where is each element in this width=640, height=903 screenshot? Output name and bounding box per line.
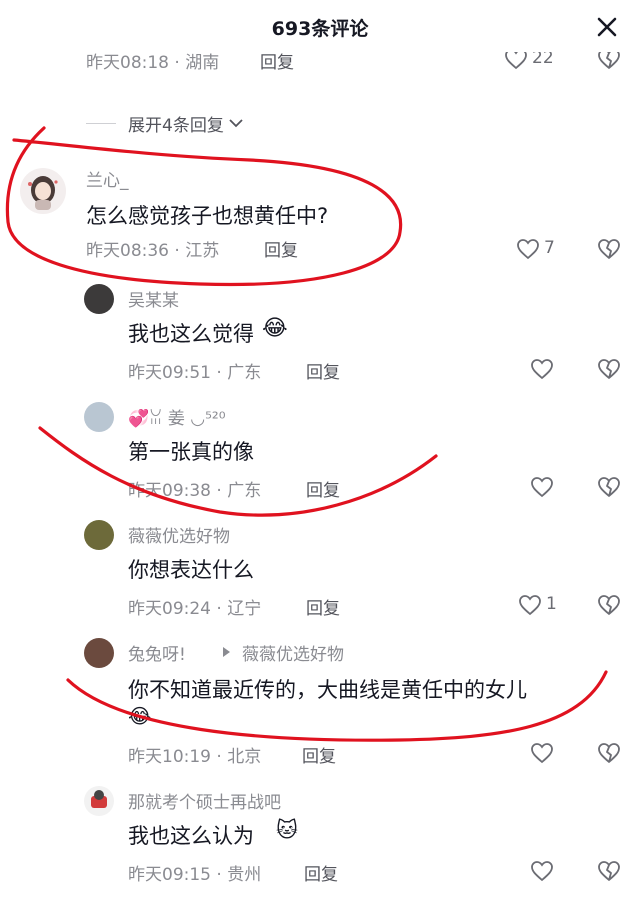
laughing-emoji-icon: 😂 bbox=[128, 704, 152, 728]
comment-meta: 昨天09:51 · 广东 bbox=[128, 363, 262, 383]
previous-comment-footer: 昨天08:18 · 湖南 回复 22 bbox=[0, 52, 640, 78]
dislike-icon[interactable] bbox=[597, 594, 621, 616]
like-count: 22 bbox=[532, 52, 554, 68]
avatar[interactable] bbox=[84, 520, 114, 550]
heart-icon[interactable] bbox=[518, 594, 542, 616]
username[interactable]: 薇薇优选好物 bbox=[128, 522, 230, 547]
avatar[interactable] bbox=[20, 168, 66, 214]
comment-text: 怎么感觉孩子也想黄任中? bbox=[86, 204, 329, 228]
avatar[interactable] bbox=[84, 402, 114, 432]
heart-icon[interactable] bbox=[516, 238, 540, 260]
reply-button[interactable]: 回复 bbox=[306, 358, 340, 383]
username[interactable]: 吴某某 bbox=[128, 286, 179, 311]
chevron-down-icon bbox=[229, 119, 243, 128]
username[interactable]: 那就考个硕士再战吧 bbox=[128, 788, 281, 813]
dislike-icon[interactable] bbox=[597, 476, 621, 498]
comment-text: 我也这么认为 bbox=[128, 824, 254, 848]
comment-text: 第一张真的像 bbox=[128, 440, 254, 464]
comment-meta: 昨天09:15 · 贵州 bbox=[128, 865, 262, 885]
like-count: 7 bbox=[544, 238, 555, 258]
reply-item: 💞ꈍ 姜 ◡⁵²⁰ 第一张真的像 昨天09:38 · 广东 回复 bbox=[0, 398, 640, 516]
reply-item: 兔兔呀! 薇薇优选好物 你不知道最近传的，大曲线是黄任中的女儿 😂 昨天10:1… bbox=[0, 634, 640, 782]
dislike-icon[interactable] bbox=[597, 742, 621, 764]
dislike-icon[interactable] bbox=[597, 52, 621, 70]
reply-arrow-icon bbox=[223, 647, 230, 657]
reply-button[interactable]: 回复 bbox=[264, 236, 298, 261]
cat-emoji-icon: 🐱 bbox=[276, 818, 298, 842]
comment-meta: 昨天08:36 · 江苏 bbox=[86, 241, 220, 261]
heart-icon[interactable] bbox=[530, 742, 554, 764]
comment-text: 我也这么觉得 bbox=[128, 322, 254, 346]
laughing-emoji-icon: 😂 bbox=[262, 316, 288, 341]
reply-button[interactable]: 回复 bbox=[306, 594, 340, 619]
dislike-icon[interactable] bbox=[597, 860, 621, 882]
avatar[interactable] bbox=[84, 284, 114, 314]
reply-item: 那就考个硕士再战吧 我也这么认为 🐱 昨天09:15 · 贵州 回复 bbox=[0, 782, 640, 900]
username[interactable]: 兔兔呀! bbox=[128, 640, 186, 665]
comment-text: 你不知道最近传的，大曲线是黄任中的女儿 bbox=[128, 678, 527, 702]
comment-meta: 昨天10:19 · 北京 bbox=[128, 747, 262, 767]
reply-button[interactable]: 回复 bbox=[260, 52, 294, 73]
avatar-girl-illustration bbox=[28, 176, 58, 210]
reply-item: 吴某某 我也这么觉得 😂 昨天09:51 · 广东 回复 bbox=[0, 280, 640, 398]
heart-icon[interactable] bbox=[530, 860, 554, 882]
reply-button[interactable]: 回复 bbox=[302, 742, 336, 767]
reply-button[interactable]: 回复 bbox=[306, 476, 340, 501]
comment-text: 你想表达什么 bbox=[128, 558, 254, 582]
username[interactable]: 兰心_ bbox=[86, 166, 129, 191]
dislike-icon[interactable] bbox=[597, 238, 621, 260]
comments-title: 693条评论 bbox=[271, 18, 369, 40]
avatar[interactable] bbox=[84, 786, 114, 816]
comment-meta: 昨天08:18 · 湖南 bbox=[86, 53, 220, 73]
like-count: 1 bbox=[546, 594, 557, 614]
heart-icon[interactable] bbox=[504, 52, 528, 70]
dislike-icon[interactable] bbox=[597, 358, 621, 380]
expand-replies-button[interactable]: 展开4条回复 bbox=[86, 110, 244, 136]
comment-meta: 昨天09:24 · 辽宁 bbox=[128, 599, 262, 619]
avatar-cartoon-illustration bbox=[91, 790, 107, 808]
heart-icon[interactable] bbox=[530, 476, 554, 498]
reply-target-username[interactable]: 薇薇优选好物 bbox=[242, 640, 344, 665]
comment-meta: 昨天09:38 · 广东 bbox=[128, 481, 262, 501]
comment-item: 兰心_ 怎么感觉孩子也想黄任中? 昨天08:36 · 江苏 回复 7 bbox=[0, 160, 640, 280]
comments-header: 693条评论 bbox=[0, 0, 640, 52]
close-icon[interactable] bbox=[596, 16, 618, 38]
expand-replies-label: 展开4条回复 bbox=[128, 115, 224, 136]
heart-icon[interactable] bbox=[530, 358, 554, 380]
reply-item: 薇薇优选好物 你想表达什么 昨天09:24 · 辽宁 回复 1 bbox=[0, 516, 640, 634]
divider bbox=[86, 122, 116, 124]
avatar[interactable] bbox=[84, 638, 114, 668]
username[interactable]: 💞ꈍ 姜 ◡⁵²⁰ bbox=[128, 404, 226, 429]
reply-button[interactable]: 回复 bbox=[304, 860, 338, 885]
